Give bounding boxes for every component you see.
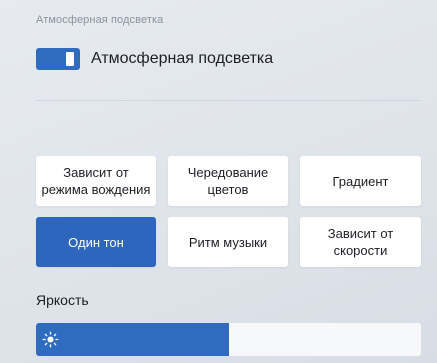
brightness-label: Яркость — [36, 292, 89, 308]
divider — [36, 100, 421, 101]
mode-button-gradient[interactable]: Градиент — [300, 156, 421, 206]
section-title: Атмосферная подсветка — [36, 14, 164, 26]
sun-icon — [42, 331, 59, 348]
mode-button-music-rhythm[interactable]: Ритм музыки — [168, 217, 288, 267]
mode-button-speed[interactable]: Зависит от скорости — [300, 217, 421, 267]
brightness-slider-fill — [36, 323, 229, 356]
mode-button-drive-mode[interactable]: Зависит от режима вождения — [36, 156, 156, 206]
ambient-light-toggle-row: Атмосферная подсветка — [36, 48, 273, 70]
ambient-light-toggle[interactable] — [36, 48, 80, 70]
ambient-light-panel: Атмосферная подсветка Атмосферная подсве… — [0, 0, 437, 363]
brightness-slider[interactable] — [36, 323, 421, 356]
toggle-label: Атмосферная подсветка — [91, 50, 274, 67]
mode-button-color-cycle[interactable]: Чередование цветов — [168, 156, 288, 206]
lighting-mode-grid: Зависит от режима вождения Чередование ц… — [36, 156, 421, 267]
mode-button-single-tone[interactable]: Один тон — [36, 217, 156, 267]
toggle-knob — [66, 52, 74, 66]
